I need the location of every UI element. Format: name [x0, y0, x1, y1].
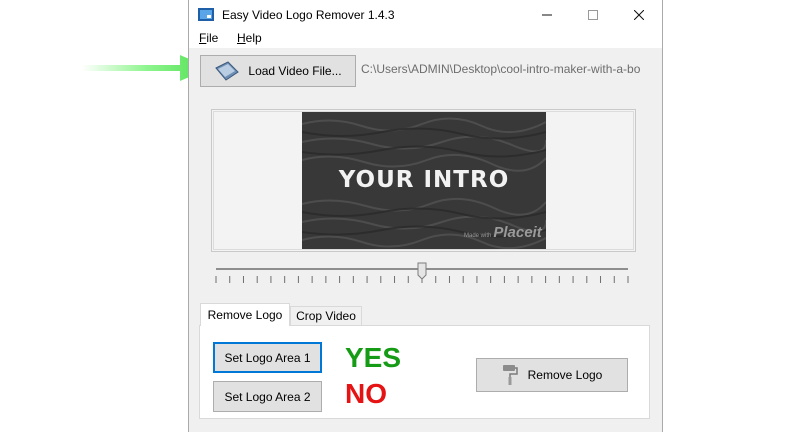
window-title: Easy Video Logo Remover 1.4.3 — [222, 8, 395, 22]
close-icon — [634, 10, 644, 20]
maximize-icon — [588, 10, 598, 20]
watermark-brand: Placeit — [493, 224, 542, 241]
remove-logo-label: Remove Logo — [527, 368, 603, 382]
menu-help[interactable]: Help — [237, 31, 262, 45]
title-bar: Easy Video Logo Remover 1.4.3 — [189, 0, 662, 30]
menu-file[interactable]: File — [199, 31, 218, 45]
app-window: Easy Video Logo Remover 1.4.3 File Help … — [188, 0, 663, 432]
minimize-icon — [542, 14, 552, 16]
no-annotation: NO — [345, 378, 387, 409]
set-logo-area-2-button[interactable]: Set Logo Area 2 — [213, 381, 322, 412]
seek-slider[interactable] — [212, 260, 632, 290]
tab-remove-logo[interactable]: Remove Logo — [200, 303, 290, 326]
placeit-watermark: Made with Placeit — [464, 224, 542, 241]
slider-thumb[interactable] — [417, 262, 427, 280]
yes-annotation: YES — [345, 342, 402, 373]
video-preview: YOUR INTRO Made with Placeit — [302, 112, 546, 249]
set-logo-area-1-button[interactable]: Set Logo Area 1 — [213, 342, 322, 373]
file-path: C:\Users\ADMIN\Desktop\cool-intro-maker-… — [361, 62, 641, 76]
menu-bar: File Help — [189, 30, 662, 48]
load-video-label: Load Video File... — [248, 64, 342, 78]
minimize-button[interactable] — [524, 0, 570, 30]
remove-logo-button[interactable]: Remove Logo — [476, 358, 628, 392]
load-video-button[interactable]: Load Video File... — [200, 55, 356, 87]
video-intro-text: YOUR INTRO — [338, 167, 510, 193]
watermark-made-with: Made with — [464, 233, 492, 239]
open-file-icon — [215, 61, 240, 81]
tab-crop-video[interactable]: Crop Video — [290, 306, 362, 325]
app-icon — [198, 8, 214, 21]
close-button[interactable] — [616, 0, 662, 30]
maximize-button[interactable] — [570, 0, 616, 30]
paint-roller-icon — [502, 365, 518, 385]
